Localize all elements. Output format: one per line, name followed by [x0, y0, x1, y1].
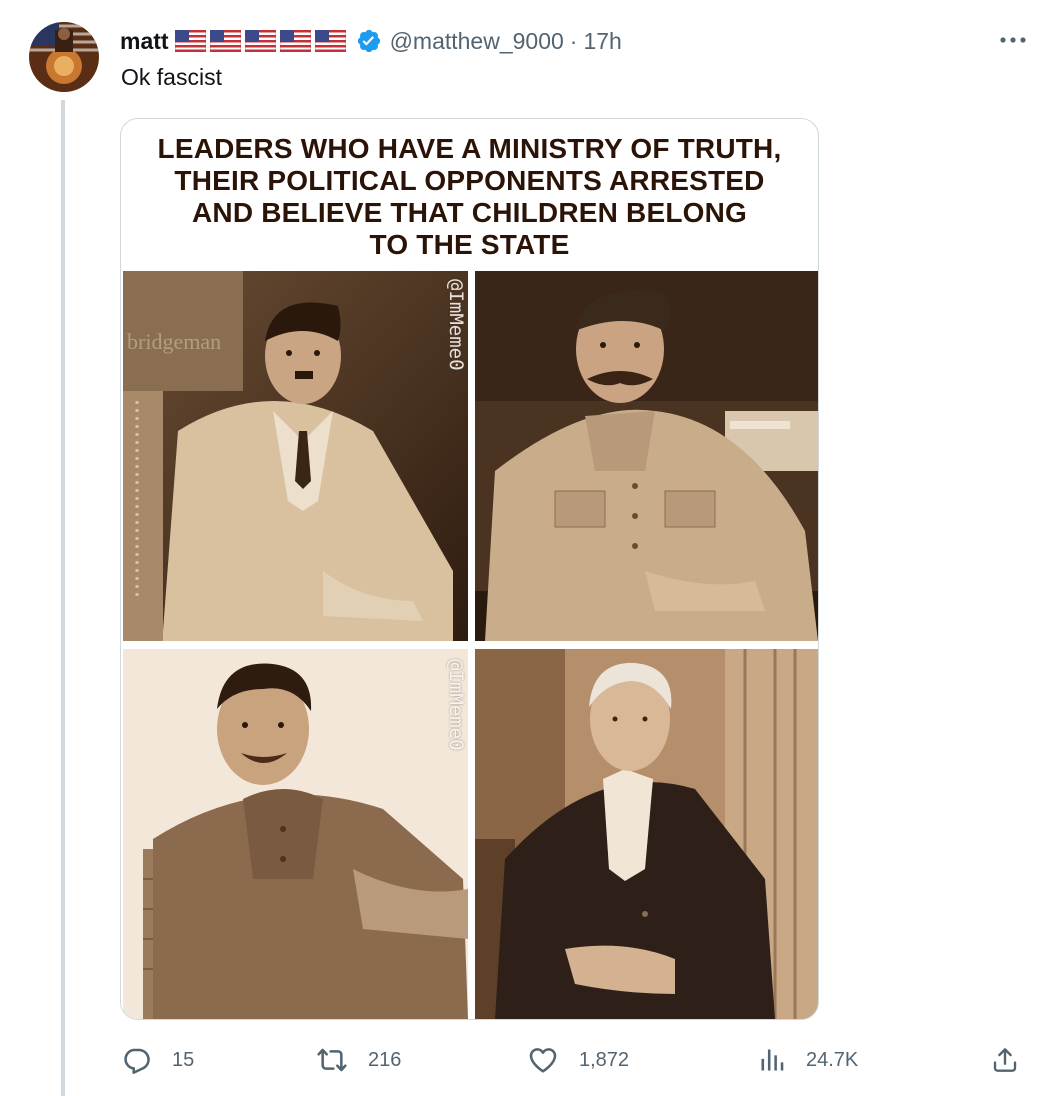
photo-top-left: bridgeman	[123, 271, 468, 641]
action-bar: 15 216 1,872 24.7K	[0, 1040, 1056, 1080]
photo-top-right	[475, 271, 818, 641]
thread-line	[61, 100, 65, 1096]
separator-dot: ·	[569, 27, 578, 54]
meme-title-line: AND BELIEVE THAT CHILDREN BELONG	[192, 197, 747, 228]
us-flag-icon	[314, 30, 346, 52]
like-icon	[529, 1048, 557, 1073]
flag-emojis	[174, 30, 350, 52]
like-button[interactable]: 1,872	[527, 1040, 629, 1080]
watermark-text: @ImMeme0	[445, 659, 467, 751]
tweet-media[interactable]: LEADERS WHO HAVE A MINISTRY OF TRUTH, TH…	[120, 118, 819, 1020]
photo-bottom-left	[123, 649, 468, 1019]
views-button[interactable]: 24.7K	[758, 1040, 858, 1080]
timestamp[interactable]: 17h	[583, 28, 621, 55]
retweet-button[interactable]: 216	[316, 1040, 401, 1080]
author-handle[interactable]: @matthew_9000	[390, 28, 564, 55]
us-flag-icon	[279, 30, 311, 52]
meme-title: LEADERS WHO HAVE A MINISTRY OF TRUTH, TH…	[121, 133, 818, 261]
share-button[interactable]	[990, 1040, 1020, 1080]
verified-badge-icon	[357, 29, 380, 53]
author-name[interactable]: matt	[120, 28, 169, 55]
view-count: 24.7K	[806, 1048, 859, 1071]
meme-title-line: TO THE STATE	[369, 229, 570, 260]
us-flag-icon	[174, 30, 206, 52]
us-flag-icon	[209, 30, 241, 52]
meme-title-line: LEADERS WHO HAVE A MINISTRY OF TRUTH,	[157, 133, 782, 164]
reply-count: 15	[172, 1048, 195, 1071]
share-icon	[993, 1048, 1017, 1072]
more-icon	[1000, 37, 1026, 43]
meme-title-line: THEIR POLITICAL OPPONENTS ARRESTED	[174, 165, 765, 196]
photo-bottom-right	[475, 649, 818, 1019]
like-count: 1,872	[579, 1048, 630, 1071]
more-options-button[interactable]	[996, 28, 1030, 52]
watermark-text: @ImMeme0	[445, 279, 467, 371]
tweet-text: Ok fascist	[121, 64, 222, 90]
us-flag-icon	[244, 30, 276, 52]
retweet-count: 216	[368, 1048, 402, 1071]
views-icon	[761, 1049, 784, 1071]
tweet-header: matt @matthew_9000 · 17h	[120, 24, 622, 58]
avatar[interactable]	[29, 22, 99, 92]
photo-stamp: bridgeman	[127, 329, 221, 354]
reply-button[interactable]: 15	[120, 1040, 194, 1080]
reply-icon	[124, 1048, 150, 1074]
retweet-icon	[317, 1048, 347, 1072]
